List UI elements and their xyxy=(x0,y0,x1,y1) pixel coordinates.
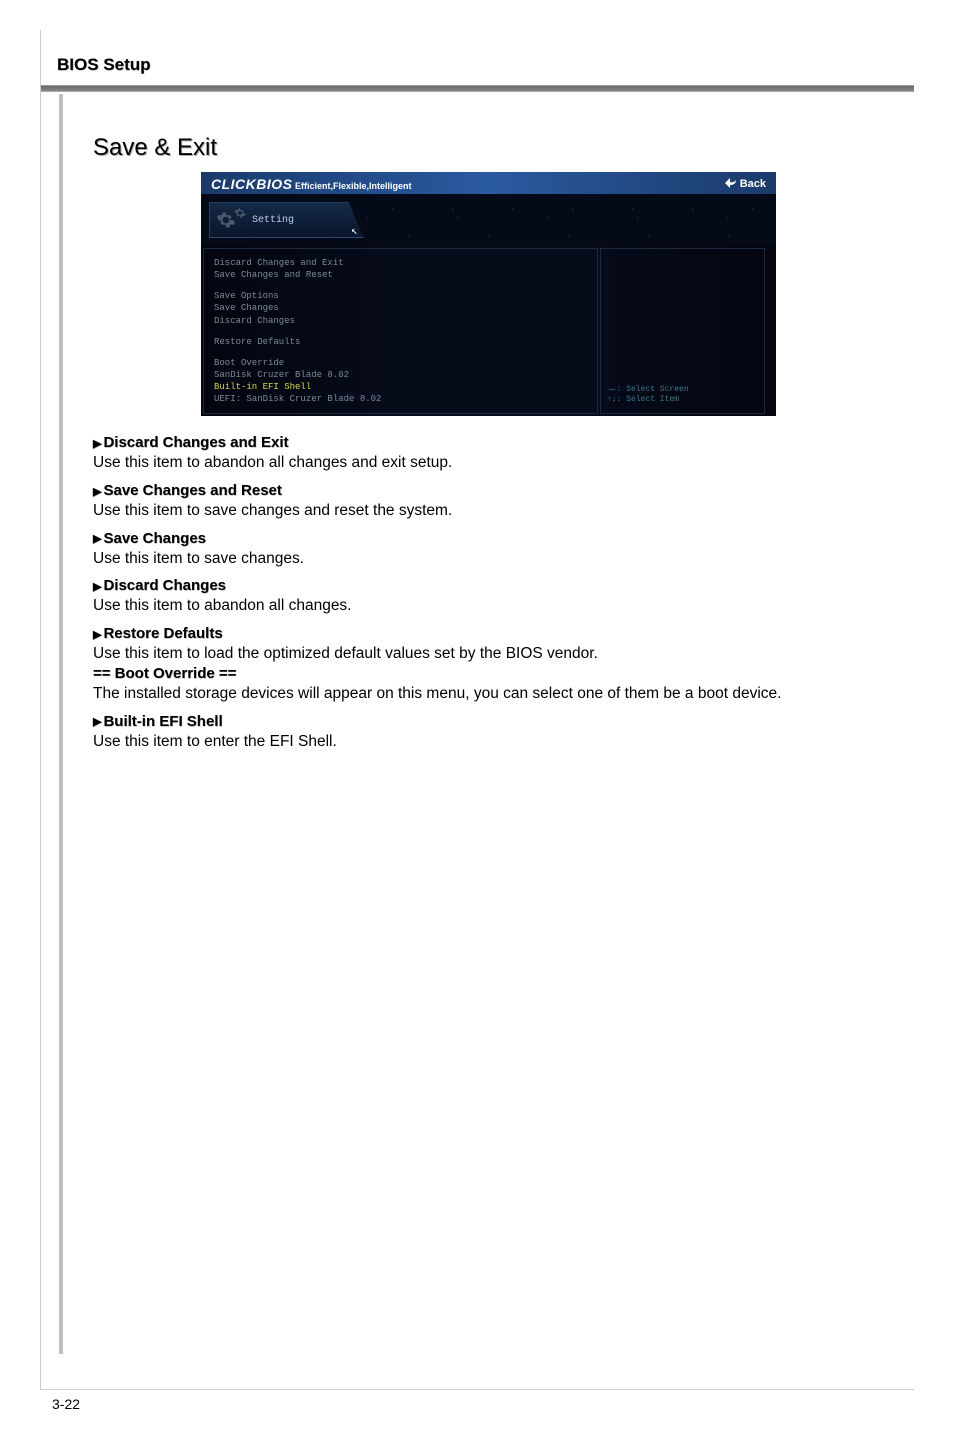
item-save-changes: ▶Save Changes Use this item to save chan… xyxy=(93,530,884,570)
triangle-icon: ▶ xyxy=(93,533,101,545)
triangle-icon: ▶ xyxy=(93,581,101,593)
bios-topbar: CLICKBIOS Efficient,Flexible,Intelligent… xyxy=(201,172,776,194)
section-title: Save & Exit xyxy=(93,134,884,162)
bios-blank xyxy=(214,348,587,357)
item-built-in-efi-shell: ▶Built-in EFI Shell Use this item to ent… xyxy=(93,713,884,753)
item-title-text: Save Changes and Reset xyxy=(103,482,281,499)
item-title: ▶Restore Defaults xyxy=(93,625,884,642)
item-discard-changes-exit: ▶Discard Changes and Exit Use this item … xyxy=(93,434,884,474)
bios-item-save-reset[interactable]: Save Changes and Reset xyxy=(214,269,587,281)
page-number: 3-22 xyxy=(52,1396,80,1412)
page-frame: BIOS Setup Save & Exit CLICKBIOS Efficie… xyxy=(40,30,914,1390)
item-title-text: Discard Changes and Exit xyxy=(103,434,288,451)
back-arrow-icon xyxy=(725,178,737,191)
bios-item-restore-defaults[interactable]: Restore Defaults xyxy=(214,336,587,348)
bios-tagline: Efficient,Flexible,Intelligent xyxy=(295,181,412,191)
item-desc: Use this item to load the optimized defa… xyxy=(93,643,884,665)
bios-item-sandisk[interactable]: SanDisk Cruzer Blade 8.02 xyxy=(214,369,587,381)
bios-back-button[interactable]: Back xyxy=(725,178,766,191)
item-title: ▶Built-in EFI Shell xyxy=(93,713,884,730)
bios-back-label: Back xyxy=(740,178,766,190)
bios-help-select-screen: →←: Select Screen xyxy=(607,385,758,395)
item-boot-override: == Boot Override == The installed storag… xyxy=(93,665,884,705)
content-area: Save & Exit CLICKBIOS Efficient,Flexible… xyxy=(59,94,914,1354)
item-title: ▶Discard Changes and Exit xyxy=(93,434,884,451)
bios-item-save-changes[interactable]: Save Changes xyxy=(214,302,587,314)
bios-setting-tab[interactable]: Setting xyxy=(209,202,364,238)
bios-logo-wrap: CLICKBIOS Efficient,Flexible,Intelligent xyxy=(211,176,412,192)
cursor-icon: ↖ xyxy=(351,224,358,238)
bios-side-panel: →←: Select Screen ↑↓: Select Item xyxy=(600,248,765,414)
item-title-text: Save Changes xyxy=(103,530,206,547)
item-title-text: Built-in EFI Shell xyxy=(103,713,222,730)
item-desc: Use this item to save changes. xyxy=(93,548,884,570)
bios-logo: CLICKBIOS xyxy=(211,176,293,192)
item-desc: Use this item to save changes and reset … xyxy=(93,500,884,522)
item-title-text: Restore Defaults xyxy=(103,625,222,642)
item-title: ▶Save Changes and Reset xyxy=(93,482,884,499)
bios-item-discard-exit[interactable]: Discard Changes and Exit xyxy=(214,257,587,269)
item-discard-changes: ▶Discard Changes Use this item to abando… xyxy=(93,577,884,617)
header-divider xyxy=(41,85,914,92)
bios-main-panel: Discard Changes and Exit Save Changes an… xyxy=(203,248,598,414)
triangle-icon: ▶ xyxy=(93,486,101,498)
bios-help-select-item: ↑↓: Select Item xyxy=(607,395,758,405)
item-desc: Use this item to abandon all changes. xyxy=(93,595,884,617)
bios-screenshot: CLICKBIOS Efficient,Flexible,Intelligent… xyxy=(201,172,776,416)
bios-blank xyxy=(214,281,587,290)
triangle-icon: ▶ xyxy=(93,438,101,450)
triangle-icon: ▶ xyxy=(93,716,101,728)
item-title: == Boot Override == xyxy=(93,665,884,682)
item-title-text: Discard Changes xyxy=(103,577,226,594)
bios-body: Discard Changes and Exit Save Changes an… xyxy=(201,246,776,416)
bios-item-discard-changes[interactable]: Discard Changes xyxy=(214,315,587,327)
item-desc: Use this item to enter the EFI Shell. xyxy=(93,731,884,753)
gear-icon xyxy=(216,210,236,230)
gear-icon-small xyxy=(234,207,246,219)
bios-item-save-options[interactable]: Save Options xyxy=(214,290,587,302)
bios-item-uefi-sandisk[interactable]: UEFI: SanDisk Cruzer Blade 8.02 xyxy=(214,393,587,405)
triangle-icon: ▶ xyxy=(93,629,101,641)
bios-blank xyxy=(214,327,587,336)
bios-starfield: Setting ↖ xyxy=(201,194,776,246)
bios-item-efi-shell[interactable]: Built-in EFI Shell xyxy=(214,381,587,393)
item-save-changes-reset: ▶Save Changes and Reset Use this item to… xyxy=(93,482,884,522)
bios-setting-label: Setting xyxy=(252,215,294,226)
item-restore-defaults: ▶Restore Defaults Use this item to load … xyxy=(93,625,884,665)
item-desc: Use this item to abandon all changes and… xyxy=(93,452,884,474)
item-title: ▶Discard Changes xyxy=(93,577,884,594)
bios-item-boot-override: Boot Override xyxy=(214,357,587,369)
item-desc: The installed storage devices will appea… xyxy=(93,683,884,705)
item-title: ▶Save Changes xyxy=(93,530,884,547)
page-header-title: BIOS Setup xyxy=(41,30,914,85)
